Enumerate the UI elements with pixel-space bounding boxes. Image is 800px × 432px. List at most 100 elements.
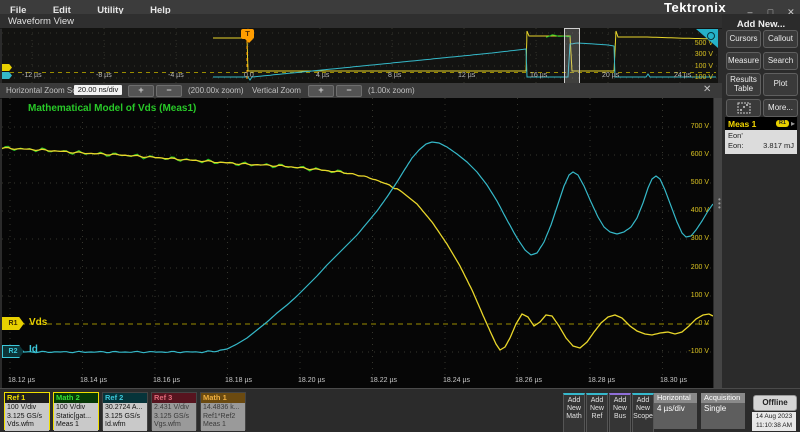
v-zoom-plus-button[interactable]: + [308, 85, 334, 97]
badge-scale: 100 V/div [7, 404, 47, 413]
callout-button[interactable]: Callout [763, 30, 798, 48]
time-value: 11:10:38 AM [752, 422, 796, 431]
v-zoom-minus-button[interactable]: − [336, 85, 362, 97]
meas1-row-label: Eon: [728, 141, 743, 151]
channel-badge-title: Math 1 [201, 393, 245, 403]
badge-scale: 100 V/div [56, 404, 96, 413]
results-table-button[interactable]: Results Table [726, 73, 761, 96]
add-new-button[interactable]: Add New Scope [632, 393, 654, 432]
channel-badge-title: Ref 2 [103, 393, 147, 403]
overview-time-tick: 4 µs [316, 72, 329, 79]
channel-badge[interactable]: Ref 3 2.431 V/div 3.125 GS/s Vgs.wfm [151, 392, 197, 430]
overview-voltage-tick: 100 V [695, 63, 713, 70]
meas1-header[interactable]: Meas 1 R1 ▸ [725, 117, 797, 130]
splitter-handle-icon: ••• [718, 198, 721, 210]
badge-scale: 2.431 V/div [154, 404, 194, 413]
channel-badges: Ref 1 100 V/div 3.125 GS/s Vds.wfm Math … [0, 392, 246, 430]
horizontal-title: Horizontal [654, 393, 697, 403]
overview-time-tick: 0.0 [244, 72, 254, 79]
badge-samplerate: 3.125 GS/s [7, 413, 47, 422]
h-zoom-plus-button[interactable]: + [128, 85, 154, 97]
meas1-title: Meas 1 [728, 119, 776, 129]
vds-label: Vds [29, 317, 47, 328]
oscilloscope-app: File Edit Utility Help Tektronix – □ ✕ W… [0, 0, 800, 432]
meas1-row-label: Eon' [728, 131, 743, 141]
main-voltage-tick: 200 V [691, 264, 709, 271]
tab-strip: Waveform View [0, 14, 722, 29]
overview-voltage-tick: 300 V [695, 51, 713, 58]
search-button[interactable]: Search [763, 52, 798, 70]
meas1-source-badge: R1 [776, 120, 789, 127]
date-value: 14 Aug 2023 [752, 413, 796, 422]
tab-waveform-view[interactable]: Waveform View [8, 16, 74, 27]
tektronix-logo: Tektronix [664, 0, 726, 15]
channel-badge[interactable]: Ref 1 100 V/div 3.125 GS/s Vds.wfm [4, 392, 50, 430]
overview-time-tick: -8 µs [96, 72, 112, 79]
id-label: Id [29, 344, 38, 355]
badge-source: Meas 1 [56, 421, 96, 430]
main-time-tick: 18.20 µs [298, 377, 325, 384]
measure-button[interactable]: Measure [726, 52, 761, 70]
main-voltage-tick: 700 V [691, 123, 709, 130]
chevron-right-icon[interactable]: ▸ [791, 119, 795, 128]
zoom-scale-bar: Horizontal Zoom Scale 20.00 ns/div + − (… [0, 83, 722, 99]
main-time-tick: 18.22 µs [370, 377, 397, 384]
add-new-button[interactable]: Add New Ref [586, 393, 608, 432]
v-zoom-label: Vertical Zoom [252, 86, 301, 95]
channel-badge[interactable]: Math 1 14.4836 k... Ref1*Ref2 Meas 1 [200, 392, 246, 430]
h-zoom-scale-input[interactable]: 20.00 ns/div [74, 85, 122, 95]
add-new-button[interactable]: Add New Math [563, 393, 585, 432]
badge-samplerate: Static[gat... [56, 413, 96, 422]
badge-source: Vgs.wfm [154, 421, 194, 430]
overview-voltage-tick: -100 V [692, 74, 713, 81]
plot-grid-icon [737, 102, 751, 114]
h-zoom-factor: (200.00x zoom) [188, 86, 244, 95]
trigger-flag-pointer [245, 39, 253, 43]
meas1-eon-value: 3.817 mJ [763, 141, 794, 151]
badge-source: Vds.wfm [7, 421, 47, 430]
badge-samplerate: 3.125 GS/s [154, 413, 194, 422]
badge-samplerate: 3.125 GS/s [105, 413, 145, 422]
acquisition-title: Acquisition [701, 393, 745, 403]
main-voltage-tick: 600 V [691, 151, 709, 158]
main-traces [2, 98, 713, 376]
add-new-header: Add New... [722, 19, 800, 30]
trigger-flag[interactable]: T [241, 29, 254, 39]
meas1-result-panel[interactable]: Meas 1 R1 ▸ Eon' Eon: 3.817 mJ [725, 117, 797, 154]
plot-button[interactable]: Plot [763, 73, 798, 96]
channel-badge[interactable]: Math 2 100 V/div Static[gat... Meas 1 [53, 392, 99, 430]
main-time-tick: 18.26 µs [515, 377, 542, 384]
offline-button[interactable]: Offline [753, 395, 797, 411]
id-trace [2, 142, 713, 353]
overview-time-tick: 8 µs [388, 72, 401, 79]
h-zoom-minus-button[interactable]: − [156, 85, 182, 97]
badge-source: Id.wfm [105, 421, 145, 430]
overview-plot: -12 µs-8 µs-4 µs0.04 µs8 µs12 µs16 µs20 … [2, 28, 718, 83]
main-time-tick: 18.24 µs [443, 377, 470, 384]
horizontal-scale-value: 4 µs/div [654, 403, 697, 413]
add-new-button[interactable]: Add New Bus [609, 393, 631, 432]
cursors-button[interactable]: Cursors [726, 30, 761, 48]
acquisition-mode-value: Single [701, 403, 745, 413]
datetime-display: 14 Aug 2023 11:10:38 AM [752, 412, 796, 431]
channel-badge-title: Math 2 [54, 393, 98, 403]
acquisition-settings-panel[interactable]: Acquisition Single [701, 393, 745, 429]
main-voltage-tick: 500 V [691, 179, 709, 186]
horizontal-settings-panel[interactable]: Horizontal 4 µs/div [654, 393, 697, 429]
channel-badge[interactable]: Ref 2 30.2724 A... 3.125 GS/s Id.wfm [102, 392, 148, 430]
main-voltage-tick: 300 V [691, 235, 709, 242]
main-voltage-tick: -100 V [688, 348, 709, 355]
zoom-bar-close-icon[interactable]: ✕ [703, 84, 711, 95]
main-time-tick: 18.14 µs [80, 377, 107, 384]
main-time-tick: 18.30 µs [660, 377, 687, 384]
main-time-tick: 18.18 µs [225, 377, 252, 384]
main-voltage-tick: 400 V [691, 207, 709, 214]
vds-trace [2, 148, 713, 351]
overview-time-tick: 20 µs [602, 72, 619, 79]
more-button[interactable]: More... [763, 99, 798, 117]
main-voltage-tick: 0 V [698, 320, 709, 327]
eye-diagram-button[interactable] [726, 99, 761, 117]
overview-time-tick: 16 µs [530, 72, 547, 79]
main-time-tick: 18.28 µs [588, 377, 615, 384]
zoom-window-box[interactable] [564, 28, 580, 85]
